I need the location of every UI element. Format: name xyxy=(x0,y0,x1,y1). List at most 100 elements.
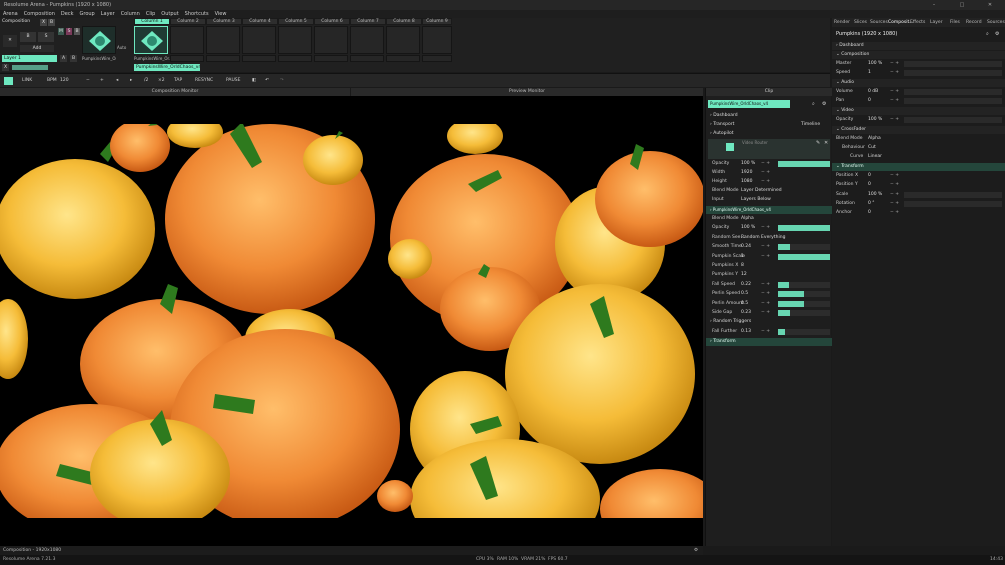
stepper[interactable]: − + xyxy=(761,290,770,298)
clip-slot[interactable] xyxy=(422,26,452,54)
pin-icon[interactable]: ✎ xyxy=(816,140,820,146)
master-slider[interactable] xyxy=(904,61,1002,67)
effect-param-slider[interactable] xyxy=(778,225,830,232)
router-height-row[interactable]: Height 1080− + xyxy=(706,178,832,186)
scale-slider[interactable] xyxy=(904,192,1002,198)
clip-slot[interactable] xyxy=(170,26,204,54)
tab-sources[interactable]: Sources xyxy=(870,20,888,25)
effect-param-slider[interactable] xyxy=(778,310,830,316)
clip-name-field[interactable]: PumpkinsWire_OrldChaos_v4 xyxy=(708,100,790,108)
stepper[interactable]: − + xyxy=(761,309,770,317)
layer-a-button[interactable]: A xyxy=(60,55,67,62)
curve-row[interactable]: Curve Linear xyxy=(832,153,1005,161)
effect-param-row[interactable]: Blend Mode Alpha xyxy=(706,215,832,223)
double-bpm-button[interactable]: ×2 xyxy=(158,78,165,83)
layer-b2-button[interactable]: B xyxy=(70,55,77,62)
effect-param-slider[interactable] xyxy=(778,281,830,288)
clip-thumbnail-source[interactable] xyxy=(82,26,116,54)
clip-slot[interactable] xyxy=(386,26,420,54)
nudge-forward-icon[interactable]: ▸ xyxy=(130,78,132,83)
volume-row[interactable]: Volume 0 dB − + xyxy=(832,88,1005,96)
effect-param-row[interactable]: Pumpkins X8 xyxy=(706,262,832,270)
dashboard-section[interactable]: › Dashboard xyxy=(706,112,832,120)
opacity-slider[interactable] xyxy=(904,117,1002,123)
resync-button[interactable]: RESYNC xyxy=(195,78,213,83)
effect-param-row[interactable]: Side Gap 0.23 − + xyxy=(706,309,832,317)
autopilot-section[interactable]: › Autopilot xyxy=(706,130,832,138)
column-2-header[interactable]: Column 2 xyxy=(170,18,206,25)
effect-param-row[interactable]: Pumpkins Y 12 xyxy=(706,271,832,279)
close-button[interactable]: ✕ xyxy=(976,0,1004,10)
rotation-row[interactable]: Rotation 0 ° − + xyxy=(832,200,1005,208)
effect-param-slider[interactable] xyxy=(778,244,830,251)
stepper[interactable]: − + xyxy=(761,253,770,261)
router-input-row[interactable]: Input Layers Below xyxy=(706,196,832,204)
router-opacity-slider[interactable] xyxy=(778,161,830,167)
layer-name[interactable]: Layer 1 xyxy=(2,55,57,62)
router-opacity-row[interactable]: Opacity 100 % − + xyxy=(706,160,832,168)
dashboard-section[interactable]: › Dashboard xyxy=(832,42,1005,50)
effect-param-value[interactable]: 100 % xyxy=(741,224,755,232)
effect-param-value[interactable]: 8 xyxy=(741,262,744,270)
router-width-row[interactable]: Width 1920− + xyxy=(706,169,832,177)
menu-deck[interactable]: Deck xyxy=(61,11,74,17)
layer-m-button[interactable]: M xyxy=(58,28,64,35)
menu-layer[interactable]: Layer xyxy=(101,11,115,17)
pause-button[interactable]: PAUSE xyxy=(226,78,241,83)
add-dropdown[interactable]: Add xyxy=(20,45,54,52)
effect-param-row[interactable]: Random See... Random Everything xyxy=(706,234,832,242)
column-3-header[interactable]: Column 3 xyxy=(206,18,242,25)
tap-button[interactable]: TAP xyxy=(174,78,182,83)
minimize-button[interactable]: – xyxy=(920,0,948,10)
layer-x-button[interactable]: X xyxy=(2,64,9,71)
effect-param-slider[interactable] xyxy=(778,291,830,298)
random-triggers-section[interactable]: › Random Triggers xyxy=(706,318,832,326)
pan-slider[interactable] xyxy=(904,98,1002,104)
clip-slot-active[interactable] xyxy=(134,26,168,54)
tab-files[interactable]: Files xyxy=(950,20,960,25)
scale-row[interactable]: Scale 100 % − + xyxy=(832,191,1005,199)
grid-icon[interactable] xyxy=(4,77,13,85)
b-button[interactable]: B xyxy=(20,32,36,42)
transport-mode-select[interactable]: Timeline xyxy=(801,121,820,129)
menu-output[interactable]: Output xyxy=(161,11,178,17)
effect-param-row[interactable]: Perlin Amount 0.5 − + xyxy=(706,300,832,308)
behaviour-row[interactable]: Behaviour Cut xyxy=(832,144,1005,152)
clip-slot-lower[interactable] xyxy=(350,55,384,62)
layer-b-button[interactable]: B xyxy=(74,28,80,35)
comp-x-button[interactable]: X xyxy=(40,19,47,26)
fall-further-slider[interactable] xyxy=(778,329,830,335)
effect-param-row[interactable]: Fall Speed 0.22 − + xyxy=(706,281,832,289)
clip-slot-lower[interactable] xyxy=(170,55,204,62)
column-1-header[interactable]: Column 1 xyxy=(134,18,170,25)
opacity-row[interactable]: Opacity 100 % − + xyxy=(832,116,1005,124)
clear-x-button[interactable]: ✕ xyxy=(3,35,17,47)
effect-param-row[interactable]: Smooth Time 0.24 − + xyxy=(706,243,832,251)
clip-slot[interactable] xyxy=(206,26,240,54)
effect-param-row[interactable]: Pumpkin Scale 1− + xyxy=(706,253,832,261)
rotation-slider[interactable] xyxy=(904,201,1002,207)
tab-record[interactable]: Record xyxy=(966,20,982,25)
effect-param-value[interactable]: Alpha xyxy=(741,215,754,223)
column-5-header[interactable]: Column 5 xyxy=(278,18,314,25)
tab-sources-2[interactable]: Sources xyxy=(987,20,1005,25)
effect-param-value[interactable]: 0.23 xyxy=(741,309,751,317)
crossfader-section[interactable]: ⌄ CrossFader xyxy=(832,126,1005,134)
effect-param-value[interactable]: Random Everything xyxy=(741,234,785,242)
effect-header[interactable]: › PumpkinsWire_OrldChaos_v4 xyxy=(706,206,832,214)
monitor-settings-icon[interactable]: ⚙ xyxy=(694,546,698,555)
effect-param-slider[interactable] xyxy=(778,253,830,260)
s-button[interactable]: S xyxy=(38,32,54,42)
column-9-header[interactable]: Column 9 xyxy=(422,18,452,25)
effect-param-value[interactable]: 0.24 xyxy=(741,243,751,251)
stepper[interactable]: − + xyxy=(761,300,770,308)
menu-composition[interactable]: Composition xyxy=(24,11,55,17)
composition-section[interactable]: ⌄ Composition xyxy=(832,51,1005,59)
bpm-minus-button[interactable]: − xyxy=(86,78,90,83)
bpm-plus-button[interactable]: + xyxy=(100,78,104,83)
stepper[interactable]: − + xyxy=(761,243,770,251)
clip-slot-lower[interactable] xyxy=(242,55,276,62)
volume-slider[interactable] xyxy=(904,89,1002,95)
effect-param-value[interactable]: 1 xyxy=(741,253,744,261)
effect-param-value[interactable]: 0.5 xyxy=(741,290,748,298)
